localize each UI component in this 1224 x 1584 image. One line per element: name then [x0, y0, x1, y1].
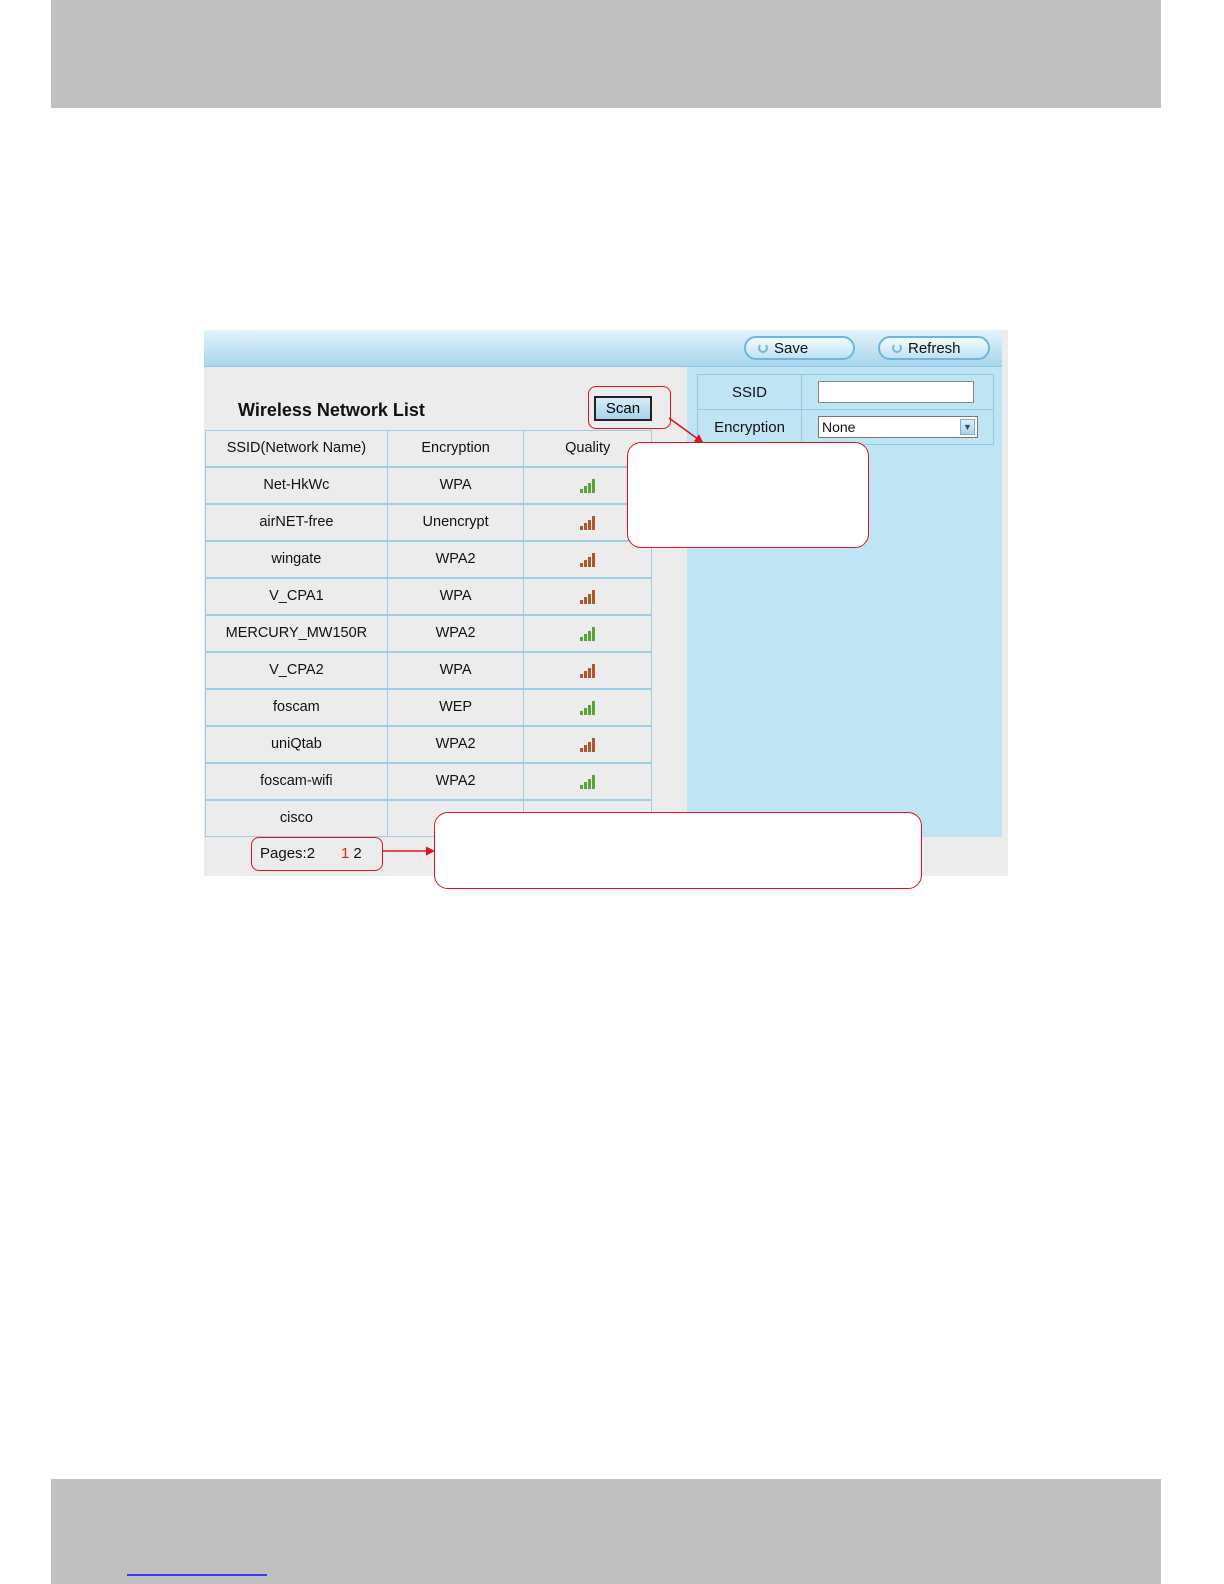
ssid-label: SSID	[697, 374, 802, 410]
toolbar: Save Refresh	[204, 330, 1002, 367]
ssid-cell: airNET-free	[205, 502, 388, 541]
save-button[interactable]: Save	[744, 336, 855, 360]
encryption-label: Encryption	[697, 409, 802, 445]
wireless-network-list-title: Wireless Network List	[238, 400, 425, 420]
encryption-select[interactable]: None ▼	[818, 416, 978, 438]
signal-strength-icon	[580, 626, 596, 641]
signal-strength-icon	[580, 478, 596, 493]
ssid-cell: uniQtab	[205, 724, 388, 763]
signal-strength-icon	[580, 700, 596, 715]
quality-cell	[523, 539, 652, 578]
refresh-label: Refresh	[908, 340, 961, 357]
quality-cell	[523, 650, 652, 689]
refresh-button[interactable]: Refresh	[878, 336, 990, 360]
refresh-circle-icon	[758, 343, 768, 353]
ssid-cell: Net-HkWc	[205, 465, 388, 504]
encryption-cell: WPA2	[386, 761, 525, 800]
quality-cell	[523, 724, 652, 763]
footer-band	[51, 1479, 1161, 1584]
ssid-cell: V_CPA1	[205, 576, 388, 615]
ssid-cell: foscam-wifi	[205, 761, 388, 800]
encryption-cell: WPA2	[386, 539, 525, 578]
table-row[interactable]: airNET-free Unencrypt	[205, 502, 652, 541]
ssid-cell: V_CPA2	[205, 650, 388, 689]
chevron-down-icon[interactable]: ▼	[960, 419, 975, 435]
table-row[interactable]: uniQtab WPA2	[205, 724, 652, 763]
settings-panel: SSID Encryption None ▼	[687, 367, 1002, 837]
header-band	[51, 0, 1161, 108]
scan-highlight-box	[588, 386, 671, 429]
encryption-cell: WPA	[386, 576, 525, 615]
ssid-input[interactable]	[818, 381, 974, 403]
encryption-cell: WPA2	[386, 724, 525, 763]
ssid-cell: foscam	[205, 687, 388, 726]
footer-link-underline[interactable]	[127, 1574, 267, 1576]
signal-strength-icon	[580, 515, 596, 530]
table-row[interactable]: foscam-wifi WPA2	[205, 761, 652, 800]
signal-strength-icon	[580, 663, 596, 678]
table-row[interactable]: V_CPA2 WPA	[205, 650, 652, 689]
signal-strength-icon	[580, 774, 596, 789]
ssid-cell: wingate	[205, 539, 388, 578]
column-header-encryption: Encryption	[386, 430, 525, 467]
ssid-cell: cisco	[205, 798, 388, 837]
encryption-cell: WEP	[386, 687, 525, 726]
quality-cell	[523, 576, 652, 615]
network-table: SSID(Network Name) Encryption Quality Ne…	[205, 430, 652, 837]
signal-strength-icon	[580, 552, 596, 567]
signal-strength-icon	[580, 737, 596, 752]
encryption-cell: WPA2	[386, 613, 525, 652]
settings-table: SSID Encryption None ▼	[697, 374, 994, 445]
encryption-cell: Unencrypt	[386, 502, 525, 541]
quality-cell	[523, 687, 652, 726]
column-header-ssid: SSID(Network Name)	[205, 430, 388, 467]
encryption-cell: WPA	[386, 650, 525, 689]
table-row[interactable]: foscam WEP	[205, 687, 652, 726]
table-row[interactable]: Net-HkWc WPA	[205, 465, 652, 504]
scan-callout-box	[627, 442, 869, 548]
save-label: Save	[774, 340, 809, 357]
table-row[interactable]: wingate WPA2	[205, 539, 652, 578]
table-row[interactable]: MERCURY_MW150R WPA2	[205, 613, 652, 652]
table-row[interactable]: V_CPA1 WPA	[205, 576, 652, 615]
quality-cell	[523, 761, 652, 800]
quality-cell	[523, 613, 652, 652]
signal-strength-icon	[580, 589, 596, 604]
encryption-value: None	[822, 419, 856, 435]
pages-highlight-box	[251, 837, 383, 871]
encryption-cell: WPA	[386, 465, 525, 504]
refresh-circle-icon	[892, 343, 902, 353]
pages-callout-box	[434, 812, 922, 889]
ssid-cell: MERCURY_MW150R	[205, 613, 388, 652]
